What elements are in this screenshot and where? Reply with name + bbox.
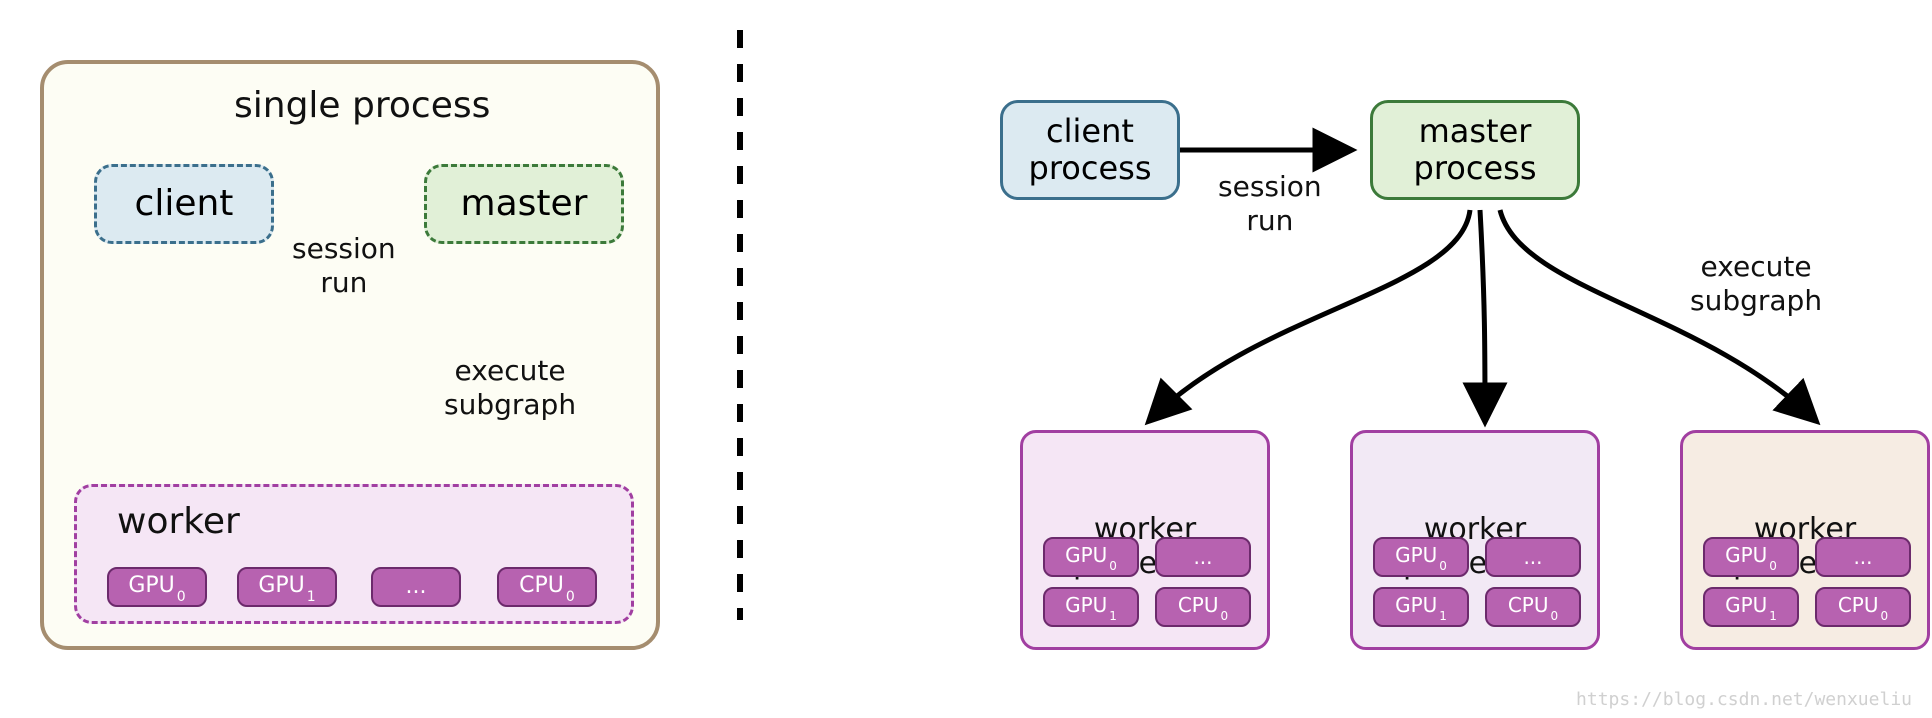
device-gpu1-left: GPU1 [237, 567, 337, 607]
session-run-label-right: session run [1218, 170, 1322, 237]
execute-subgraph-label-right: execute subgraph [1690, 250, 1822, 317]
execute-subgraph-label-left: execute subgraph [444, 354, 576, 421]
wp3-cpu0: CPU0 [1815, 587, 1911, 627]
master-process-box: master process [1370, 100, 1580, 200]
wp2-cpu0: CPU0 [1485, 587, 1581, 627]
wp1-gpu0: GPU0 [1043, 537, 1139, 577]
client-process-label: client process [1029, 113, 1152, 187]
worker-2-devices: GPU0 ... GPU1 CPU0 [1367, 537, 1583, 633]
worker-1-devices: GPU0 ... GPU1 CPU0 [1037, 537, 1253, 633]
wp2-dots: ... [1485, 537, 1581, 577]
worker-title: worker [117, 501, 240, 542]
wp1-cpu0: CPU0 [1155, 587, 1251, 627]
device-cpu0-left: CPU0 [497, 567, 597, 607]
wp2-gpu1: GPU1 [1373, 587, 1469, 627]
single-process-container: single process client master session run… [40, 60, 660, 650]
device-gpu0-left: GPU0 [107, 567, 207, 607]
wp1-gpu1: GPU1 [1043, 587, 1139, 627]
master-box: master [424, 164, 624, 244]
worker-process-3: worker process 3 GPU0 ... GPU1 CPU0 [1680, 430, 1930, 650]
worker-box: worker GPU0 GPU1 ... CPU0 [74, 484, 634, 624]
diagram-canvas: single process client master session run… [0, 0, 1932, 718]
wp1-dots: ... [1155, 537, 1251, 577]
master-label: master [461, 183, 588, 224]
wp3-gpu1: GPU1 [1703, 587, 1799, 627]
wp3-gpu0: GPU0 [1703, 537, 1799, 577]
client-box: client [94, 164, 274, 244]
master-process-label: master process [1414, 113, 1537, 187]
device-dots-left: ... [371, 567, 461, 607]
watermark: https://blog.csdn.net/wenxueliu [1576, 689, 1912, 710]
worker-process-1: worker process 1 GPU0 ... GPU1 CPU0 [1020, 430, 1270, 650]
worker-process-2: worker process 2 GPU0 ... GPU1 CPU0 [1350, 430, 1600, 650]
single-process-title: single process [234, 84, 490, 127]
worker-3-devices: GPU0 ... GPU1 CPU0 [1697, 537, 1913, 633]
client-label: client [135, 183, 234, 224]
session-run-label-left: session run [292, 232, 396, 299]
client-process-box: client process [1000, 100, 1180, 200]
wp3-dots: ... [1815, 537, 1911, 577]
wp2-gpu0: GPU0 [1373, 537, 1469, 577]
